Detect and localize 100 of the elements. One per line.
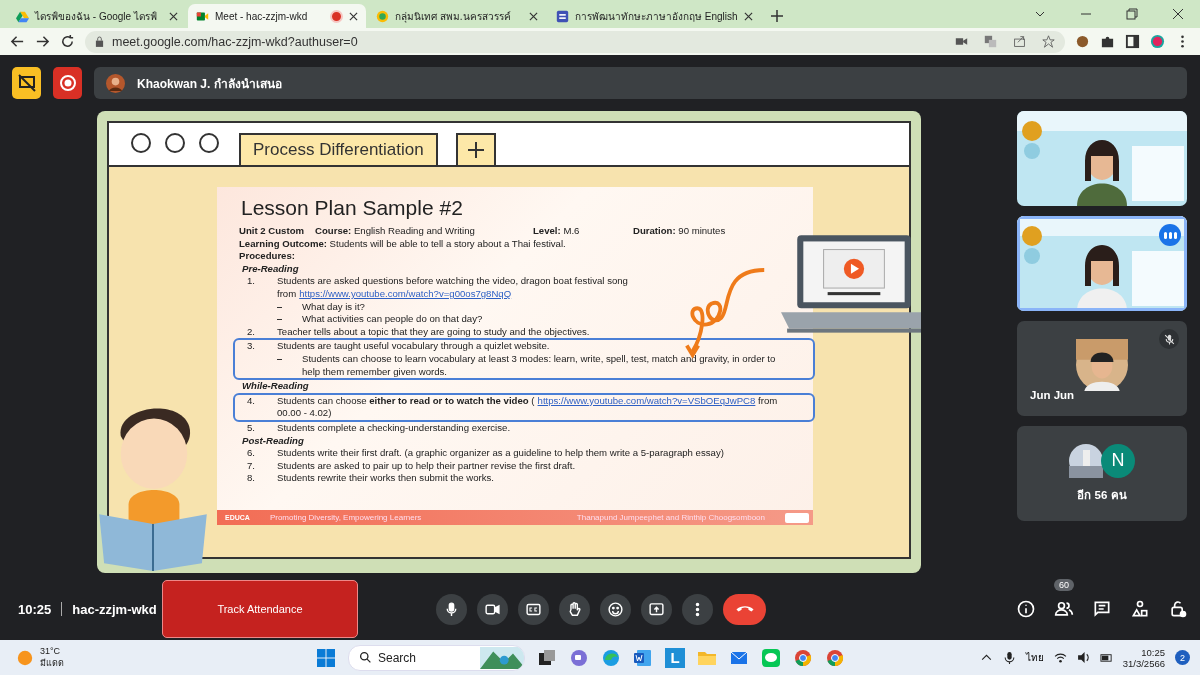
item-number: 1. (246, 275, 256, 289)
procedure-text: Students write their first draft. (a graphic organizer as a guideline to help them write a 5-paragraph essay) (277, 447, 725, 460)
record-button[interactable] (53, 67, 82, 99)
emoji-icon (607, 600, 624, 618)
procedure-text: Students are taught useful vocabulary through a quizlet website. (277, 340, 551, 353)
language-indicator[interactable]: ไทย (1025, 650, 1044, 665)
item-number: 4. (246, 394, 256, 408)
app-icon[interactable]: L (665, 647, 685, 668)
star-icon[interactable] (1042, 35, 1055, 48)
subitem-text: What activities can people do on that day? (302, 313, 484, 326)
start-icon[interactable] (316, 647, 336, 668)
search-field[interactable]: Search (348, 644, 525, 671)
browser-tab[interactable]: ไดรฟ์ของฉัน - Google ไดรฟ์ (8, 4, 186, 28)
participant-avatar: N (1101, 443, 1135, 478)
camera-icon[interactable] (955, 35, 968, 48)
weather-label: มีแดด (40, 656, 64, 670)
raise-hand-button[interactable] (559, 593, 590, 625)
more-participants-tile[interactable]: N อีก 56 คน (1017, 426, 1187, 521)
new-tab-icon[interactable] (770, 10, 783, 22)
close-icon[interactable] (349, 11, 358, 21)
document-app-icon[interactable] (633, 647, 653, 668)
chat-icon[interactable] (569, 647, 589, 668)
search-icon (359, 651, 372, 664)
circle-icon (199, 133, 219, 153)
reload-icon[interactable] (60, 34, 75, 49)
battery-icon[interactable] (1099, 651, 1113, 664)
translate-icon[interactable] (984, 35, 997, 48)
footer-text: Thanapund Jumpeephet and Rinthip Choogsomboon (576, 513, 765, 522)
forward-icon[interactable] (35, 34, 50, 49)
browser-icon[interactable] (601, 647, 621, 668)
slide-title: Lesson Plan Sample #2 (240, 195, 464, 221)
more-participants-label: อีก 56 คน (1077, 487, 1127, 503)
section-heading: While-Reading (241, 380, 310, 393)
track-attendance-button[interactable]: Track Attendance (162, 580, 358, 638)
stop-presenting-button[interactable] (12, 67, 41, 99)
participant-name: Jun Jun (1030, 389, 1075, 401)
emoji-button[interactable] (600, 593, 631, 625)
plus-icon (465, 140, 486, 160)
temperature: 31°C (40, 645, 62, 656)
close-icon[interactable] (1172, 8, 1184, 20)
subitem-text: Students can choose to learn vocabulary at least 3 modes: learn, write, spell, test, match and gravity, in order to help them remember given words. (302, 352, 777, 379)
share-icon[interactable] (1013, 35, 1026, 48)
notification-badge[interactable]: 2 (1175, 650, 1190, 665)
browser-icon[interactable] (825, 647, 845, 668)
taskbar-date: 31/3/2566 (1122, 657, 1165, 669)
people-icon (1054, 599, 1074, 619)
present-button[interactable] (641, 593, 672, 625)
slide-meta: Level: M.6 (533, 225, 581, 238)
wifi-icon[interactable] (1053, 651, 1067, 664)
microphone-icon[interactable] (1002, 651, 1016, 664)
item-number: 5. (246, 421, 256, 435)
back-icon[interactable] (10, 34, 25, 49)
restore-icon[interactable] (1126, 8, 1138, 20)
side-panel-icon[interactable] (1125, 34, 1140, 49)
browser-tab[interactable]: กลุ่มนิเทศ สพม.นครสวรรค์ (368, 4, 546, 28)
item-number: 6. (246, 447, 256, 460)
section-heading: Pre-Reading (241, 262, 300, 276)
task-view-icon[interactable] (537, 647, 557, 668)
procedures-heading: Procedures: (239, 250, 295, 262)
subitem-text: What day is it? (302, 300, 366, 314)
meeting-time: 10:25 (18, 601, 52, 617)
footer-text: Promoting Diversity, Empowering Learners (269, 513, 422, 522)
record-icon (57, 73, 78, 93)
participant-tile[interactable]: Jun Jun (1017, 321, 1187, 416)
more-button[interactable] (682, 593, 713, 625)
video-link[interactable]: https://www.youtube.com/watch?v=g00os7g8NqQ (299, 287, 512, 299)
browser-tab[interactable]: การพัฒนาทักษะภาษาอังกฤษ English (548, 4, 761, 28)
drive-icon (16, 9, 29, 23)
browser-icon[interactable] (793, 647, 813, 668)
speaker-icon[interactable] (1076, 651, 1090, 664)
profile-icon[interactable] (1150, 34, 1165, 49)
address-field[interactable]: meet.google.com/hac-zzjm-wkd?authuser=0 (85, 30, 1065, 53)
dash-icon (277, 319, 282, 321)
dash-icon (277, 358, 282, 360)
item-number: 2. (246, 325, 256, 339)
browser-tab[interactable]: Meet - hac-zzjm-wkd (188, 4, 366, 28)
video-link[interactable]: https://www.youtube.com/watch?v=VSbOEqJwPC8 (537, 394, 756, 406)
procedure-text: Students complete a checking-understanding exercise. (277, 421, 512, 435)
extension-icon[interactable] (1075, 34, 1090, 49)
presenter-label: Khaokwan J. กำลังนำเสนอ (137, 75, 282, 93)
close-icon[interactable] (743, 11, 753, 21)
procedure-text: Students are asked to pair up to help their partner revise the first draft. (277, 459, 577, 473)
camera-button[interactable] (477, 593, 508, 625)
lock-icon (1168, 599, 1188, 619)
avatar-icon (106, 73, 125, 93)
circle-icon (165, 133, 185, 153)
participant-count: 60 (1054, 579, 1074, 591)
info-icon (1016, 599, 1036, 619)
close-icon[interactable] (169, 11, 178, 21)
close-icon[interactable] (529, 11, 538, 21)
page-number-box (785, 512, 809, 523)
present-icon (648, 600, 665, 618)
dash-icon (277, 306, 282, 308)
lock-icon (95, 36, 104, 47)
phone-icon (735, 606, 754, 612)
captions-button[interactable] (518, 593, 549, 625)
meeting-code: hac-zzjm-wkd (72, 601, 157, 617)
shapes-icon (1130, 599, 1150, 619)
hang-up-button[interactable] (723, 593, 766, 625)
microphone-button[interactable] (436, 593, 467, 625)
